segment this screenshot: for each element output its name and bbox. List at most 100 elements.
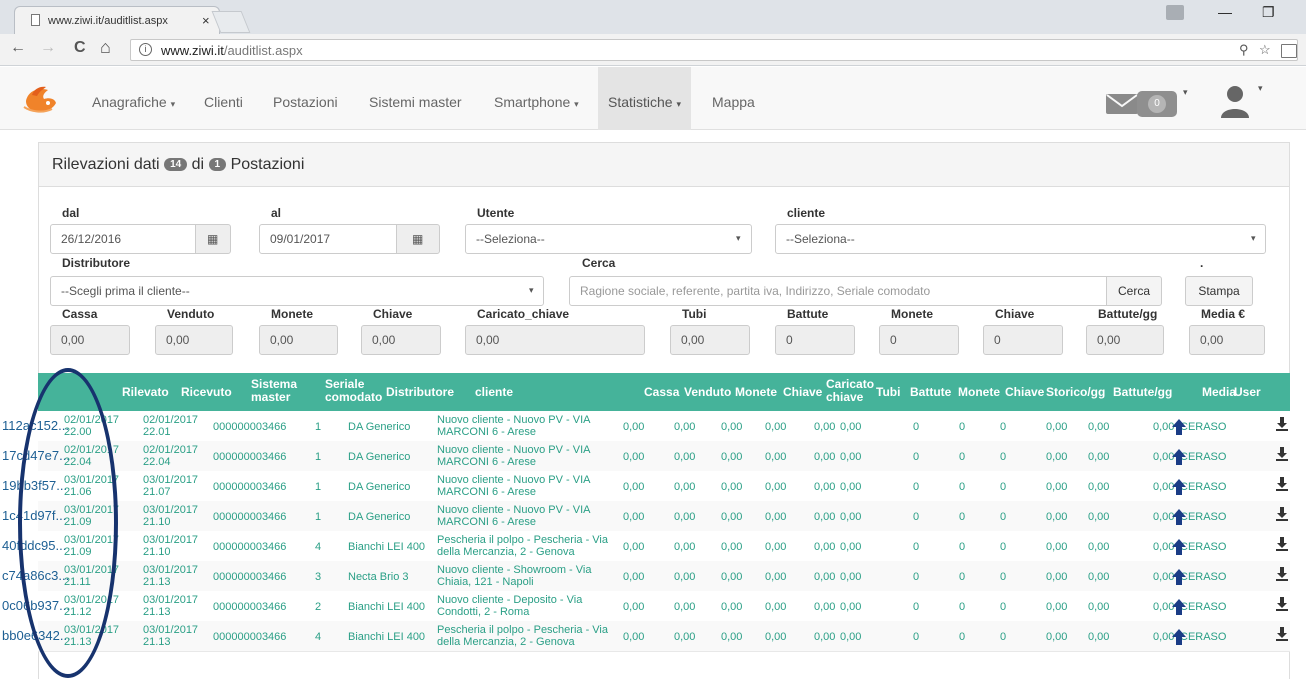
cliente-select[interactable]: --Seleziona-- ▾ <box>775 224 1266 254</box>
col-ricevuto[interactable]: Ricevuto <box>181 386 232 399</box>
notifications-badge[interactable]: 0 <box>1137 91 1177 117</box>
cerca-button[interactable]: Cerca <box>1106 276 1162 306</box>
nav-smartphone[interactable]: Smartphone ▾ <box>494 94 579 110</box>
table-row[interactable]: bb0e6342... 03/01/2017 21.13 03/01/2017 21.1… <box>2 621 1290 652</box>
browser-tab[interactable]: www.ziwi.it/auditlist.aspx × <box>14 6 220 34</box>
cell-user[interactable]: CERASO <box>1180 631 1226 643</box>
download-icon[interactable] <box>1276 567 1288 581</box>
arrow-up-icon[interactable] <box>1172 509 1186 525</box>
col-venduto[interactable]: Venduto <box>684 386 731 399</box>
table-row[interactable]: c74a86c3... 03/01/2017 21.11 03/01/2017 21.1… <box>2 561 1290 592</box>
cell-id-link[interactable]: 40fddc95... <box>2 539 66 552</box>
table-row[interactable]: 0c06b937... 03/01/2017 21.12 03/01/2017 21.1… <box>2 591 1290 622</box>
info-icon[interactable]: i <box>139 43 152 56</box>
bookmark-star-icon[interactable]: ☆ <box>1259 42 1271 58</box>
arrow-up-icon[interactable] <box>1172 569 1186 585</box>
cell-user[interactable]: CERASO <box>1180 421 1226 433</box>
total-label-venduto: Venduto <box>167 307 215 321</box>
cell-rilevato-time: 21.13 <box>64 636 92 648</box>
cell-id-link[interactable]: c74a86c3... <box>2 569 69 582</box>
col-cassa[interactable]: Cassa <box>644 386 679 399</box>
nav-clienti[interactable]: Clienti <box>204 94 243 110</box>
download-icon[interactable] <box>1276 537 1288 551</box>
download-icon[interactable] <box>1276 477 1288 491</box>
col-battute[interactable]: Battute <box>910 386 951 399</box>
download-icon[interactable] <box>1276 627 1288 641</box>
cell-user[interactable]: CERASO <box>1180 601 1226 613</box>
table-row[interactable]: 112ac152... 02/01/2017 22.00 02/01/2017 22.0… <box>2 411 1290 442</box>
back-icon[interactable]: ← <box>10 39 26 57</box>
zoom-icon[interactable]: ⚲ <box>1239 42 1249 58</box>
dal-calendar-button[interactable]: ▦ <box>195 224 231 254</box>
arrow-up-icon[interactable] <box>1172 419 1186 435</box>
cell-tubi: 0,00 <box>840 541 862 553</box>
cell-id-link[interactable]: 0c06b937... <box>2 599 70 612</box>
nav-mappa[interactable]: Mappa <box>712 94 755 110</box>
download-icon[interactable] <box>1276 597 1288 611</box>
col-media[interactable]: Media <box>1202 386 1236 399</box>
cell-id-link[interactable]: 112ac152... <box>2 419 69 432</box>
cast-icon[interactable] <box>1281 44 1297 58</box>
cell-cassa: 0,00 <box>623 631 645 643</box>
user-icon[interactable] <box>1220 84 1254 118</box>
col-chiave[interactable]: Chiave <box>783 386 822 399</box>
arrow-up-icon[interactable] <box>1172 629 1186 645</box>
distributore-select[interactable]: --Scegli prima il cliente-- ▾ <box>50 276 544 306</box>
download-icon[interactable] <box>1276 417 1288 431</box>
col-sistema-master[interactable]: Sistema master <box>251 378 297 404</box>
arrow-up-icon[interactable] <box>1172 539 1186 555</box>
nav-anagrafiche[interactable]: Anagrafiche ▾ <box>92 94 175 110</box>
download-icon[interactable] <box>1276 507 1288 521</box>
table-row[interactable]: 17cd47e7... 02/01/2017 22.04 02/01/2017 22.0… <box>2 441 1290 472</box>
cell-id-link[interactable]: bb0e6342... <box>2 629 71 642</box>
col-monete[interactable]: Monete <box>735 386 777 399</box>
mail-icon[interactable] <box>1106 94 1138 114</box>
cell-id-link[interactable]: 1c41d97f... <box>2 509 66 522</box>
cell-user[interactable]: CERASO <box>1180 481 1226 493</box>
search-input[interactable]: Ragione sociale, referente, partita iva,… <box>569 276 1107 306</box>
col-tubi[interactable]: Tubi <box>876 386 900 399</box>
cell-user[interactable]: CERASO <box>1180 511 1226 523</box>
nav-postazioni[interactable]: Postazioni <box>273 94 338 110</box>
reload-icon[interactable]: C <box>74 39 86 57</box>
cell-user[interactable]: CERASO <box>1180 541 1226 553</box>
col-user[interactable]: User <box>1234 386 1261 399</box>
chevron-down-icon[interactable]: ▾ <box>1183 87 1188 98</box>
nav-statistiche[interactable]: Statistiche ▾ <box>598 67 692 130</box>
col-chiave-2[interactable]: Chiave <box>1005 386 1044 399</box>
arrow-up-icon[interactable] <box>1172 479 1186 495</box>
col-seriale-comodato[interactable]: Seriale comodato <box>325 378 382 404</box>
col-storico-gg[interactable]: Storico/gg <box>1046 386 1105 399</box>
chevron-down-icon[interactable]: ▾ <box>1258 83 1263 94</box>
col-monete-2[interactable]: Monete <box>958 386 1000 399</box>
cell-id-link[interactable]: 17cd47e7... <box>2 449 70 462</box>
cell-id-link[interactable]: 19bb3f57... <box>2 479 67 492</box>
table-row[interactable]: 40fddc95... 03/01/2017 21.09 03/01/2017 21.1… <box>2 531 1290 562</box>
close-tab-icon[interactable]: × <box>202 13 210 28</box>
download-icon[interactable] <box>1276 447 1288 461</box>
al-calendar-button[interactable]: ▦ <box>396 224 440 254</box>
col-caricato-chiave[interactable]: Caricato chiave <box>826 378 874 404</box>
maximize-icon[interactable]: ❐ <box>1262 4 1275 21</box>
col-battute-gg[interactable]: Battute/gg <box>1113 386 1172 399</box>
cell-user[interactable]: CERASO <box>1180 451 1226 463</box>
col-rilevato[interactable]: Rilevato <box>122 386 169 399</box>
utente-select[interactable]: --Seleziona-- ▾ <box>465 224 752 254</box>
col-cliente[interactable]: cliente <box>475 386 513 399</box>
minimize-icon[interactable]: — <box>1218 4 1232 20</box>
arrow-up-icon[interactable] <box>1172 599 1186 615</box>
dal-date-input[interactable]: 26/12/2016 <box>50 224 196 254</box>
cell-user[interactable]: CERASO <box>1180 571 1226 583</box>
brand-logo[interactable] <box>22 81 60 115</box>
stampa-button[interactable]: Stampa <box>1185 276 1253 306</box>
home-icon[interactable]: ⌂ <box>100 37 111 58</box>
url-input[interactable]: i www.ziwi.it/auditlist.aspx ⚲ ☆ <box>130 39 1298 61</box>
cell-distributore: DA Generico <box>348 511 411 523</box>
arrow-up-icon[interactable] <box>1172 449 1186 465</box>
col-distributore[interactable]: Distributore <box>386 386 454 399</box>
al-date-input[interactable]: 09/01/2017 <box>259 224 397 254</box>
profile-icon[interactable] <box>1166 5 1184 20</box>
table-row[interactable]: 19bb3f57... 03/01/2017 21.06 03/01/2017 21.0… <box>2 471 1290 502</box>
nav-sistemi-master[interactable]: Sistemi master <box>369 94 462 110</box>
table-row[interactable]: 1c41d97f... 03/01/2017 21.09 03/01/2017 21.1… <box>2 501 1290 532</box>
